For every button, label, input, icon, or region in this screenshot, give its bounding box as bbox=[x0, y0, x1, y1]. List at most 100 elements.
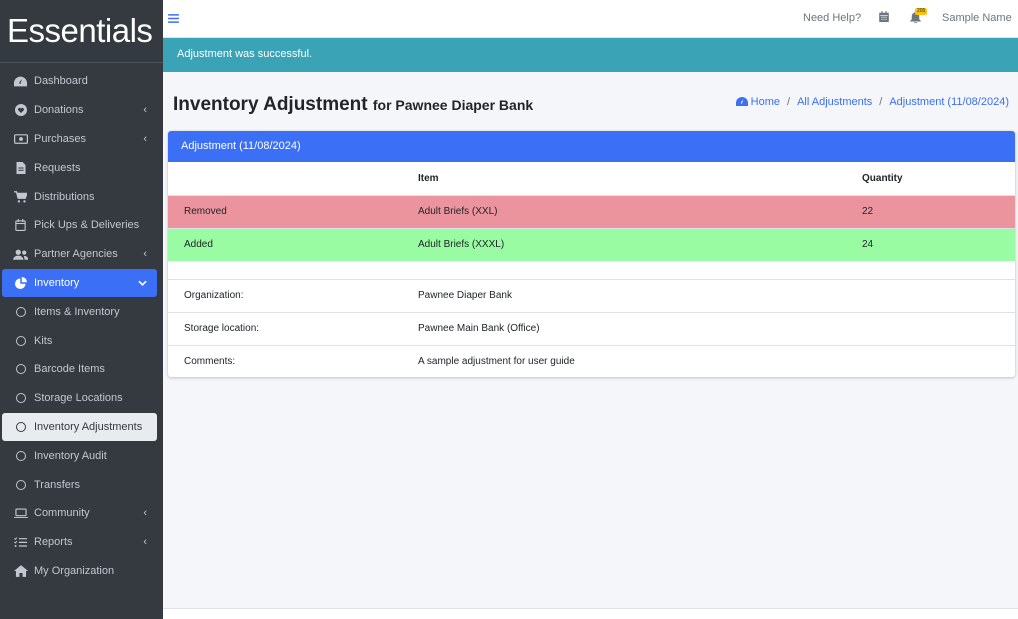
row-type: Added bbox=[168, 227, 402, 261]
sidebar-item-community[interactable]: Community ‹ bbox=[2, 499, 157, 528]
sidebar-item-inventory-adjustments[interactable]: Inventory Adjustments bbox=[2, 412, 157, 442]
chevron-down-icon bbox=[138, 277, 147, 289]
sidebar-item-pickups[interactable]: Pick Ups & Deliveries bbox=[2, 211, 157, 240]
sidebar-item-kits[interactable]: Kits bbox=[2, 326, 157, 355]
adjustment-table: Item Quantity Removed Adult Briefs (XXL)… bbox=[168, 162, 1015, 377]
sidebar-item-purchases[interactable]: Purchases ‹ bbox=[2, 125, 157, 154]
sidebar-item-distributions[interactable]: Distributions bbox=[2, 182, 157, 211]
breadcrumb-separator: / bbox=[879, 96, 883, 108]
info-label: Organization: bbox=[168, 279, 402, 313]
chevron-left-icon: ‹ bbox=[143, 104, 147, 117]
pie-chart-icon bbox=[13, 276, 28, 290]
table-row-removed: Removed Adult Briefs (XXL) 22 bbox=[168, 194, 1015, 228]
page-subtitle: for Pawnee Diaper Bank bbox=[372, 97, 534, 113]
column-header bbox=[168, 162, 402, 196]
info-row-storage-location: Storage location: Pawnee Main Bank (Offi… bbox=[168, 312, 1015, 346]
card-title: Adjustment (11/08/2024) bbox=[181, 140, 301, 152]
sidebar-item-label: Kits bbox=[34, 334, 53, 347]
sidebar-item-requests[interactable]: Requests bbox=[2, 153, 157, 182]
breadcrumb-current[interactable]: Adjustment (11/08/2024) bbox=[889, 96, 1009, 108]
sidebar-item-barcode-items[interactable]: Barcode Items bbox=[2, 355, 157, 384]
top-navbar: Need Help? 205 Sample Name bbox=[163, 0, 1018, 38]
calendar-icon bbox=[13, 218, 28, 232]
sidebar-item-reports[interactable]: Reports ‹ bbox=[2, 528, 157, 557]
sidebar-item-label: My Organization bbox=[34, 564, 115, 577]
info-label: Storage location: bbox=[168, 312, 402, 346]
sidebar-item-label: Storage Locations bbox=[34, 392, 123, 405]
sidebar-item-label: Items & Inventory bbox=[34, 305, 120, 318]
sidebar-item-dashboard[interactable]: Dashboard bbox=[2, 67, 157, 96]
success-alert: Adjustment was successful. bbox=[163, 38, 1018, 72]
calendar-icon[interactable] bbox=[879, 11, 889, 25]
tachometer-icon bbox=[13, 74, 28, 88]
row-quantity: 24 bbox=[846, 227, 1015, 261]
info-value: Pawnee Diaper Bank bbox=[402, 279, 846, 313]
sidebar-item-storage-locations[interactable]: Storage Locations bbox=[2, 384, 157, 413]
menu-toggle-icon[interactable] bbox=[168, 11, 179, 26]
chevron-left-icon: ‹ bbox=[143, 536, 147, 549]
money-bill-icon bbox=[13, 132, 28, 146]
column-header: Item bbox=[402, 162, 846, 196]
adjustment-card: Adjustment (11/08/2024) Item Quantity Re… bbox=[168, 131, 1015, 377]
sidebar-item-donations[interactable]: Donations ‹ bbox=[2, 96, 157, 125]
alert-message: Adjustment was successful. bbox=[177, 48, 313, 60]
sidebar-item-label: Donations bbox=[34, 104, 84, 117]
breadcrumb-separator: / bbox=[787, 96, 791, 108]
circle-icon bbox=[13, 305, 28, 319]
circle-icon bbox=[13, 391, 28, 405]
sidebar-item-transfers[interactable]: Transfers bbox=[2, 470, 157, 499]
list-check-icon bbox=[13, 535, 28, 549]
sidebar-item-items-inventory[interactable]: Items & Inventory bbox=[2, 297, 157, 326]
breadcrumb-home[interactable]: Home bbox=[735, 96, 781, 108]
chevron-left-icon: ‹ bbox=[143, 248, 147, 261]
sidebar-item-label: Reports bbox=[34, 536, 73, 549]
info-row-organization: Organization: Pawnee Diaper Bank bbox=[168, 279, 1015, 313]
circle-icon bbox=[13, 478, 28, 492]
cart-icon bbox=[13, 190, 28, 204]
sidebar-item-inventory-audit[interactable]: Inventory Audit bbox=[2, 441, 157, 470]
sidebar: Essentials Dashboard Donations ‹ Purchas… bbox=[0, 0, 163, 619]
table-header-row: Item Quantity bbox=[168, 162, 1015, 196]
tachometer-icon bbox=[735, 97, 748, 106]
page-title-text: Inventory Adjustment bbox=[173, 94, 368, 115]
laptop-icon bbox=[13, 506, 28, 520]
sidebar-item-my-organization[interactable]: My Organization bbox=[2, 557, 157, 586]
sidebar-nav: Dashboard Donations ‹ Purchases ‹ Reques… bbox=[0, 63, 163, 585]
page-title: Inventory Adjustment for Pawnee Diaper B… bbox=[173, 94, 533, 116]
footer bbox=[163, 608, 1018, 619]
circle-icon bbox=[13, 449, 28, 463]
card-header: Adjustment (11/08/2024) bbox=[168, 131, 1015, 162]
heart-circle-icon bbox=[13, 103, 28, 117]
column-header: Quantity bbox=[846, 162, 1015, 196]
sidebar-item-label: Distributions bbox=[34, 190, 95, 203]
breadcrumb-all-adjustments[interactable]: All Adjustments bbox=[797, 96, 872, 108]
sidebar-item-label: Dashboard bbox=[34, 75, 88, 88]
sidebar-item-partner-agencies[interactable]: Partner Agencies ‹ bbox=[2, 240, 157, 269]
notifications-bell-icon[interactable]: 205 bbox=[910, 8, 928, 26]
brand-logo[interactable]: Essentials bbox=[0, 0, 163, 63]
need-help-link[interactable]: Need Help? bbox=[803, 12, 861, 24]
sidebar-item-label: Purchases bbox=[34, 132, 86, 145]
circle-icon bbox=[13, 420, 28, 434]
circle-icon bbox=[13, 362, 28, 376]
sidebar-item-label: Inventory bbox=[34, 276, 80, 289]
info-value: A sample adjustment for user guide bbox=[402, 345, 846, 377]
sidebar-item-inventory[interactable]: Inventory bbox=[2, 268, 157, 298]
sidebar-item-label: Requests bbox=[34, 161, 81, 174]
user-menu[interactable]: Sample Name bbox=[942, 12, 1012, 24]
circle-icon bbox=[13, 334, 28, 348]
sidebar-item-label: Inventory Adjustments bbox=[34, 420, 143, 433]
sidebar-item-label: Transfers bbox=[34, 478, 81, 491]
brand-text: Essentials bbox=[7, 12, 153, 49]
sidebar-item-label: Pick Ups & Deliveries bbox=[34, 219, 140, 232]
sidebar-item-label: Partner Agencies bbox=[34, 248, 118, 261]
row-item: Adult Briefs (XXL) bbox=[402, 194, 846, 228]
users-icon bbox=[13, 247, 28, 261]
breadcrumb: Home / All Adjustments / Adjustment (11/… bbox=[735, 96, 1009, 108]
row-quantity: 22 bbox=[846, 194, 1015, 228]
table-spacer-row bbox=[168, 261, 1015, 280]
breadcrumb-home-label: Home bbox=[750, 96, 781, 108]
row-item: Adult Briefs (XXXL) bbox=[402, 227, 846, 261]
chevron-left-icon: ‹ bbox=[143, 132, 147, 145]
info-value: Pawnee Main Bank (Office) bbox=[402, 312, 846, 346]
